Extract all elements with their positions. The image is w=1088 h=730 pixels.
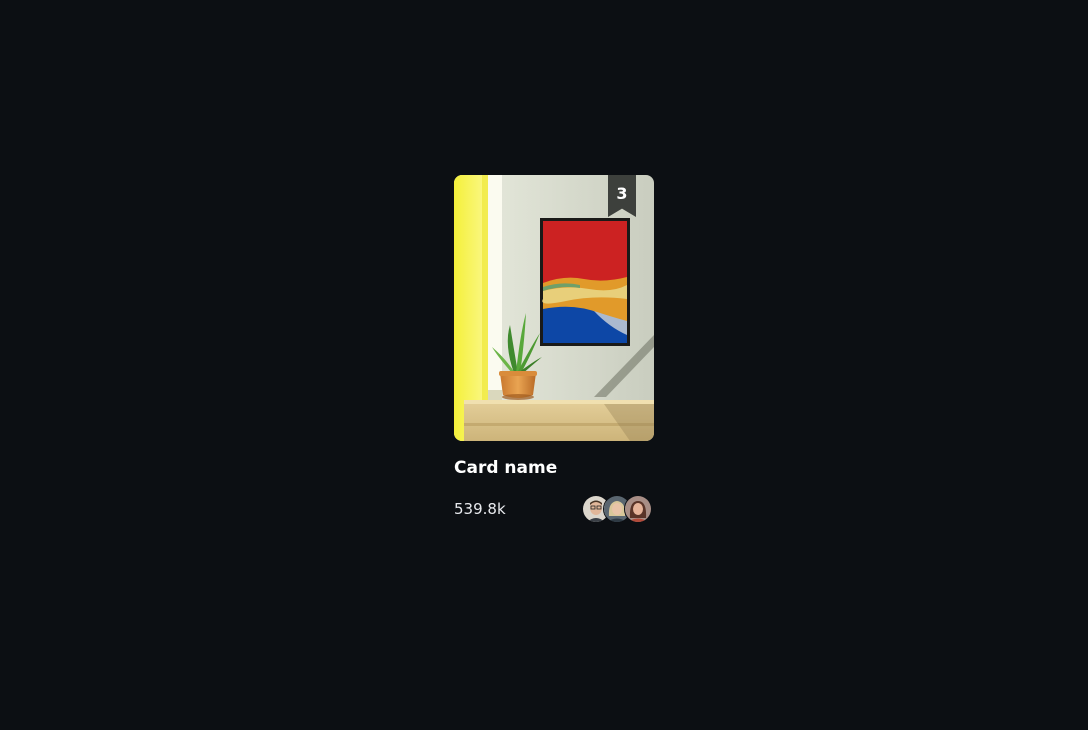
card[interactable]: 3 Card name 539.8k — [454, 175, 654, 524]
card-image[interactable]: 3 — [454, 175, 654, 441]
card-meta: 539.8k — [454, 494, 654, 524]
card-title[interactable]: Card name — [454, 458, 654, 478]
card-count: 539.8k — [454, 500, 506, 518]
avatar-woman-dark-hair[interactable] — [624, 495, 652, 523]
room-painting-plant-image — [454, 175, 654, 441]
avatar-group — [582, 495, 654, 523]
